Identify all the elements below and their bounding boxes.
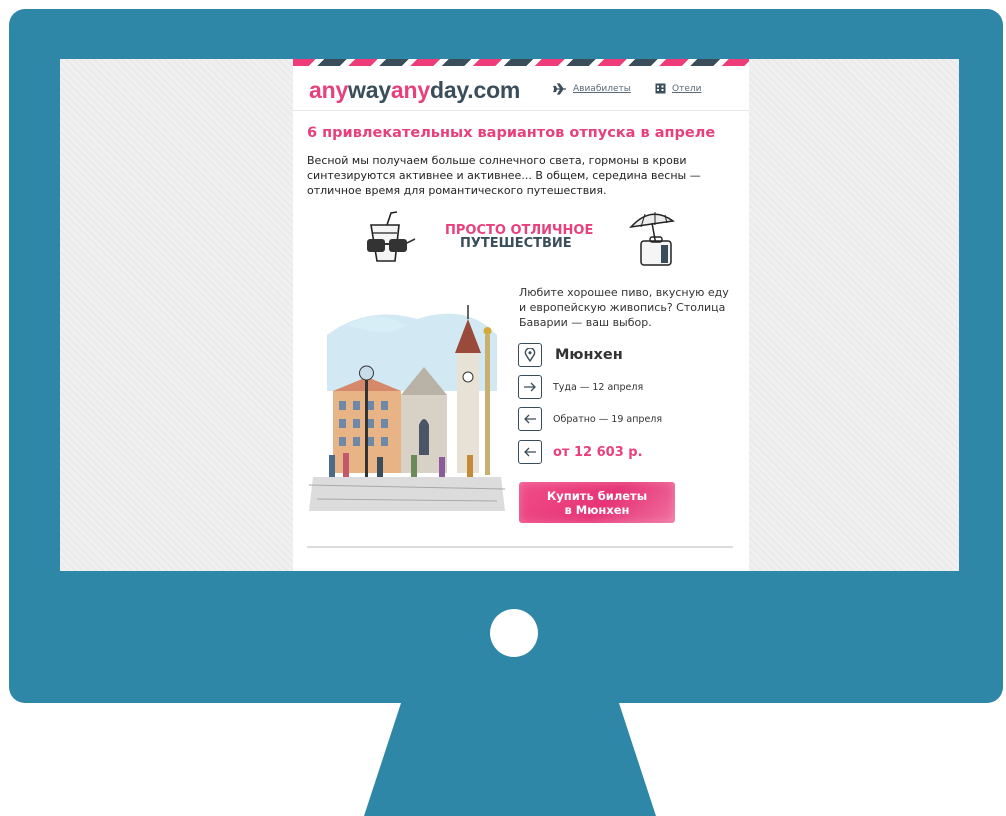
return-date: Обратно — 19 апреля xyxy=(553,413,663,425)
arrow-left-icon xyxy=(518,440,542,464)
umbrella-suitcase-icon xyxy=(629,212,675,266)
screen: anywayanyday.com Авиабилеты Отели 6 прив… xyxy=(60,59,959,571)
email-header: anywayanyday.com Авиабилеты Отели xyxy=(293,66,749,111)
promo-line-2: ПУТЕШЕСТВИЕ xyxy=(460,236,572,251)
logo[interactable]: anywayanyday.com xyxy=(309,77,520,104)
munich-illustration xyxy=(308,305,505,511)
airmail-stripes xyxy=(293,59,749,66)
nav-link-hotels[interactable]: Отели xyxy=(655,83,701,94)
nav-link-flights-label: Авиабилеты xyxy=(573,84,631,94)
departure-row: Туда — 12 апреля xyxy=(518,375,643,399)
buy-tickets-button[interactable]: Купить билеты в Мюнхен xyxy=(519,482,675,523)
city-name: Мюнхен xyxy=(555,347,623,363)
logo-part: any xyxy=(309,77,349,103)
sunglasses-drink-icon xyxy=(367,211,416,262)
return-row: Обратно — 19 апреля xyxy=(518,407,662,431)
email-title: 6 привлекательных вариантов отпуска в ап… xyxy=(307,125,716,141)
arrow-left-icon xyxy=(518,407,542,431)
logo-part: .com xyxy=(467,77,521,103)
buy-button-line-1: Купить билеты xyxy=(546,488,648,503)
arrow-right-icon xyxy=(518,375,542,399)
offer-price: от 12 603 р. xyxy=(553,444,643,460)
logo-part: day xyxy=(429,77,468,103)
offer-description: Любите хорошее пиво, вкусную еду и европ… xyxy=(519,286,729,329)
email-intro: Весной мы получаем больше солнечного све… xyxy=(307,154,701,197)
logo-part: way xyxy=(348,77,391,103)
monitor-power-button xyxy=(490,609,538,657)
city-row: Мюнхен xyxy=(518,343,623,367)
monitor-stand xyxy=(364,700,656,816)
airplane-icon xyxy=(553,83,566,95)
logo-part: any xyxy=(390,77,430,103)
location-pin-icon xyxy=(518,343,542,367)
section-divider xyxy=(307,546,733,548)
email-newsletter: anywayanyday.com Авиабилеты Отели 6 прив… xyxy=(293,59,749,571)
buy-button-line-2: в Мюнхен xyxy=(564,502,630,517)
promo-banner: ПРОСТО ОТЛИЧНОЕ ПУТЕШЕСТВИЕ xyxy=(293,205,749,271)
nav-link-flights[interactable]: Авиабилеты xyxy=(553,83,631,95)
price-row: от 12 603 р. xyxy=(518,440,643,464)
hotel-icon xyxy=(655,83,666,94)
nav-link-hotels-label: Отели xyxy=(672,83,702,94)
departure-date: Туда — 12 апреля xyxy=(553,381,644,393)
